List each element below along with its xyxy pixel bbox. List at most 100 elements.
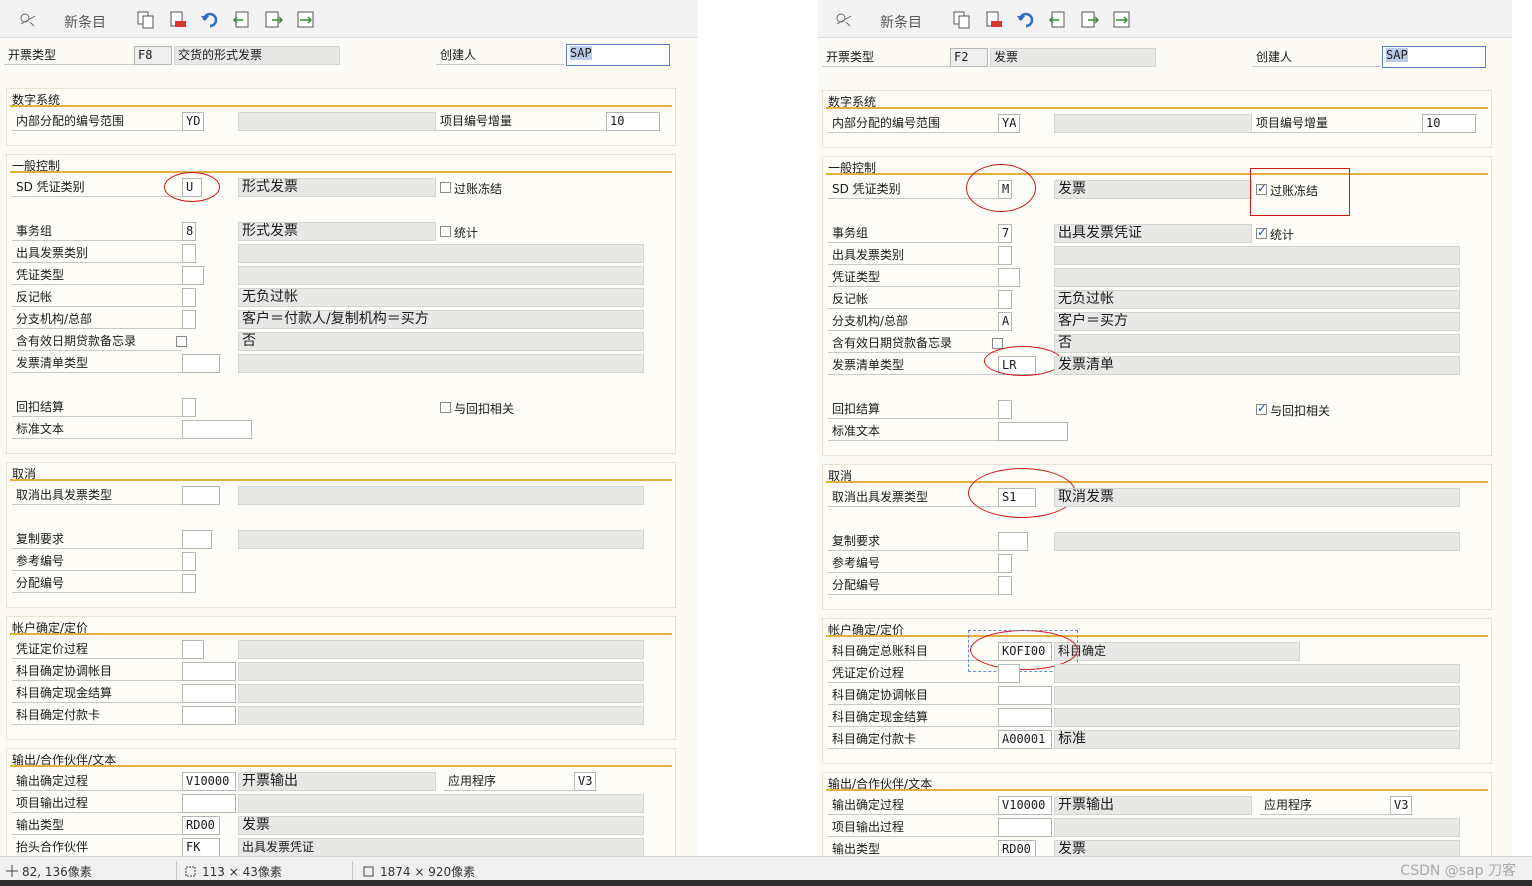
invoice-type-label: 开票类型 — [822, 48, 950, 67]
transaction-group-desc: 形式发票 — [238, 222, 436, 241]
reference-number-field[interactable] — [182, 552, 196, 571]
creator-field[interactable]: SAP — [566, 44, 670, 66]
payment-card-field[interactable] — [182, 706, 236, 725]
rebate-settlement-label: 回扣结算 — [12, 398, 182, 417]
transport-icon[interactable] — [1112, 10, 1132, 30]
document-type-label: 凭证类型 — [12, 266, 182, 285]
cancel-billing-type-field[interactable] — [182, 486, 220, 505]
billing-category-label: 出具发票类别 — [828, 246, 998, 265]
delete-icon[interactable] — [168, 10, 188, 30]
document-type-desc — [1054, 268, 1460, 287]
payment-card-label: 科目确定付款卡 — [828, 730, 998, 749]
transaction-group-field[interactable]: 8 — [182, 222, 196, 241]
creator-field[interactable]: SAP — [1382, 46, 1486, 68]
doc-pricing-field[interactable] — [998, 664, 1020, 683]
delete-icon[interactable] — [984, 10, 1004, 30]
copy-icon[interactable] — [136, 10, 156, 30]
copy-icon[interactable] — [952, 10, 972, 30]
divider — [826, 481, 1488, 483]
next-entry-icon[interactable] — [1080, 10, 1100, 30]
billing-category-field[interactable] — [182, 244, 196, 263]
transaction-group-field[interactable]: 7 — [998, 224, 1012, 243]
rebate-relevant-checkbox[interactable] — [440, 402, 451, 413]
application-field[interactable]: V3 — [574, 772, 596, 791]
previous-entry-icon[interactable] — [1048, 10, 1068, 30]
branch-head-office-field[interactable]: A — [998, 312, 1012, 331]
reference-number-field[interactable] — [998, 554, 1012, 573]
branch-head-office-field[interactable] — [182, 310, 196, 329]
item-increment-label: 项目编号增量 — [1252, 114, 1422, 133]
rebate-settlement-field[interactable] — [182, 398, 196, 417]
transport-icon[interactable] — [296, 10, 316, 30]
divider — [826, 789, 1488, 791]
internal-range-label: 内部分配的编号范围 — [12, 112, 182, 131]
output-proc-label: 输出确定过程 — [828, 796, 998, 815]
internal-range-field[interactable]: YD — [182, 112, 204, 131]
copy-requirements-field[interactable] — [998, 532, 1028, 551]
new-entries-button[interactable]: 新条目 — [64, 12, 106, 32]
assignment-number-field[interactable] — [998, 576, 1012, 595]
document-type-label: 凭证类型 — [828, 268, 998, 287]
output-type-field[interactable]: RD00 — [998, 840, 1036, 856]
invoice-list-type-desc — [238, 354, 644, 373]
output-type-field[interactable]: RD00 — [182, 816, 220, 835]
cash-settlement-field[interactable] — [182, 684, 236, 703]
statistics-checkbox[interactable] — [1256, 225, 1267, 239]
glasses-settings-icon[interactable] — [834, 10, 854, 30]
payment-card-field[interactable]: A00001 — [998, 730, 1052, 749]
item-output-proc-label: 项目输出过程 — [828, 818, 998, 837]
previous-entry-icon[interactable] — [232, 10, 252, 30]
recon-account-field[interactable] — [182, 662, 236, 681]
reverse-posting-desc: 无负过帐 — [238, 288, 644, 307]
copy-requirements-field[interactable] — [182, 530, 212, 549]
cash-settlement-field[interactable] — [998, 708, 1052, 727]
doc-pricing-field[interactable] — [182, 640, 204, 659]
undo-icon[interactable] — [1016, 10, 1036, 30]
credit-memo-label: 含有效日期贷款备忘录 — [12, 332, 182, 351]
undo-icon[interactable] — [200, 10, 220, 30]
internal-range-label: 内部分配的编号范围 — [828, 114, 998, 133]
cash-settlement-label: 科目确定现金结算 — [828, 708, 998, 727]
document-type-field[interactable] — [182, 266, 204, 285]
reverse-posting-field[interactable] — [182, 288, 196, 307]
rebate-relevant-label: 与回扣相关 — [454, 402, 515, 416]
output-proc-field[interactable]: V10000 — [182, 772, 236, 791]
standard-text-label: 标准文本 — [828, 422, 998, 441]
credit-memo-desc: 否 — [1054, 334, 1460, 353]
cash-settlement-desc — [1054, 708, 1460, 727]
output-proc-field[interactable]: V10000 — [998, 796, 1052, 815]
rebate-settlement-field[interactable] — [998, 400, 1012, 419]
right-margin — [1512, 0, 1532, 856]
divider — [10, 479, 672, 481]
assignment-number-field[interactable] — [182, 574, 196, 593]
item-increment-field[interactable]: 10 — [1422, 114, 1476, 133]
credit-memo-checkbox[interactable] — [176, 336, 187, 347]
new-entries-button[interactable]: 新条目 — [880, 12, 922, 32]
standard-text-field[interactable] — [998, 422, 1068, 441]
invoice-list-type-field[interactable] — [182, 354, 220, 373]
cancel-billing-type-desc — [238, 486, 644, 505]
next-entry-icon[interactable] — [264, 10, 284, 30]
standard-text-field[interactable] — [182, 420, 252, 439]
internal-range-field[interactable]: YA — [998, 114, 1020, 133]
copy-requirements-desc — [238, 530, 644, 549]
rebate-settlement-label: 回扣结算 — [828, 400, 998, 419]
posting-block-checkbox[interactable] — [440, 182, 451, 193]
annotation-circle — [164, 172, 220, 202]
item-output-proc-field[interactable] — [182, 794, 236, 813]
glasses-settings-icon[interactable] — [18, 10, 38, 30]
item-increment-field[interactable]: 10 — [606, 112, 660, 131]
sd-doc-category-desc: 形式发票 — [238, 178, 436, 197]
item-output-proc-desc — [238, 794, 644, 813]
header-partner-field[interactable]: FK — [182, 838, 220, 856]
item-output-proc-field[interactable] — [998, 818, 1052, 837]
statistics-checkbox[interactable] — [440, 226, 451, 237]
reverse-posting-field[interactable] — [998, 290, 1012, 309]
application-field[interactable]: V3 — [1390, 796, 1412, 815]
recon-account-field[interactable] — [998, 686, 1052, 705]
recon-account-desc — [238, 662, 644, 681]
billing-category-field[interactable] — [998, 246, 1012, 265]
rebate-relevant-checkbox[interactable] — [1256, 401, 1267, 415]
document-type-field[interactable] — [998, 268, 1020, 287]
annotation-box — [1250, 168, 1350, 216]
